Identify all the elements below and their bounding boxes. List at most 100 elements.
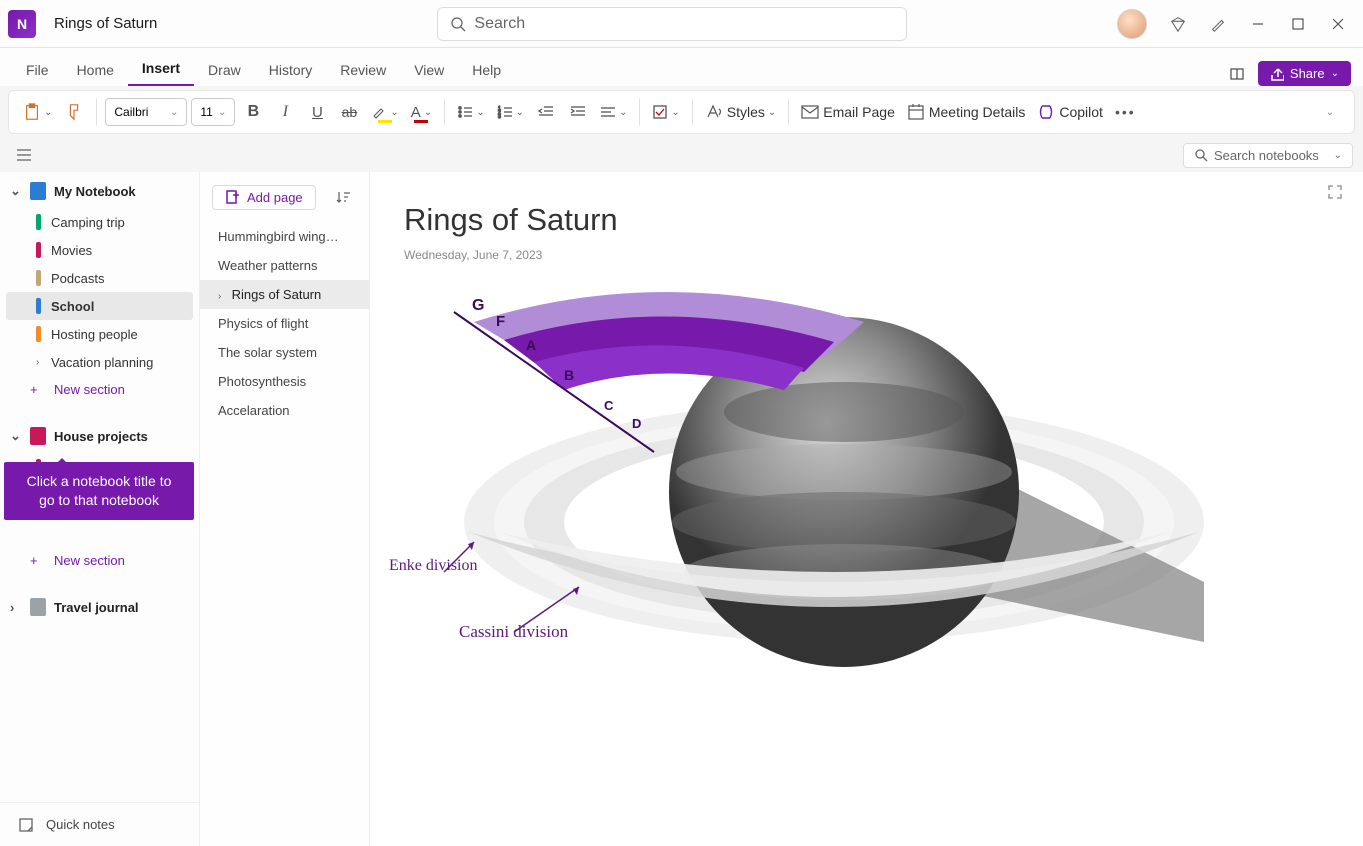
notebook-name: Travel journal <box>54 600 139 615</box>
page-accelaration[interactable]: Accelaration <box>200 396 369 425</box>
page-physics-of-flight[interactable]: Physics of flight <box>200 309 369 338</box>
minimize-button[interactable] <box>1249 15 1267 33</box>
styles-button[interactable]: Styles <box>701 97 781 127</box>
pages-sidebar: Add page Hummingbird wing… Weather patte… <box>200 172 370 846</box>
share-button[interactable]: Share ⌄ <box>1258 61 1351 86</box>
ring-label-b: B <box>564 367 574 383</box>
page-rings-of-saturn[interactable]: › Rings of Saturn <box>200 280 369 309</box>
ring-label-a: A <box>526 337 536 353</box>
format-painter-button[interactable] <box>60 97 88 127</box>
fullscreen-icon[interactable] <box>1327 184 1343 205</box>
page-hummingbird[interactable]: Hummingbird wing… <box>200 222 369 251</box>
nav-toggle-icon[interactable] <box>10 140 38 170</box>
quick-notes-button[interactable]: Quick notes <box>0 802 200 846</box>
user-avatar[interactable] <box>1117 9 1147 39</box>
underline-button[interactable]: U <box>303 97 331 127</box>
notebook-icon <box>30 427 46 445</box>
page-title: Rings of Saturn <box>404 202 1329 238</box>
strikethrough-button[interactable]: ab <box>335 97 363 127</box>
notebook-header-travel-journal[interactable]: › Travel journal <box>0 588 199 624</box>
highlight-button[interactable] <box>367 97 402 127</box>
page-content[interactable]: Rings of Saturn Wednesday, June 7, 2023 <box>370 172 1363 846</box>
tab-review[interactable]: Review <box>326 54 400 86</box>
align-button[interactable] <box>596 97 631 127</box>
section-movies[interactable]: Movies <box>6 236 193 264</box>
chevron-down-icon: ⌄ <box>10 183 22 199</box>
search-notebooks-box[interactable]: Search notebooks ⌄ <box>1183 143 1353 168</box>
tab-help[interactable]: Help <box>458 54 515 86</box>
email-page-button[interactable]: Email Page <box>797 97 899 127</box>
annotation-cassini: Cassini division <box>459 622 568 642</box>
section-vacation-planning[interactable]: ›Vacation planning <box>6 348 193 376</box>
paste-button[interactable] <box>19 97 56 127</box>
section-camping-trip[interactable]: Camping trip <box>6 208 193 236</box>
page-solar-system[interactable]: The solar system <box>200 338 369 367</box>
tab-insert[interactable]: Insert <box>128 52 194 86</box>
page-date: Wednesday, June 7, 2023 <box>404 248 1329 262</box>
font-color-button[interactable]: A <box>407 97 436 127</box>
section-hosting-people[interactable]: Hosting people <box>6 320 193 348</box>
section-school[interactable]: School <box>6 292 193 320</box>
todo-tag-button[interactable] <box>648 97 683 127</box>
notebook-header-my-notebook[interactable]: ⌄ My Notebook <box>0 172 199 208</box>
close-button[interactable] <box>1329 15 1347 33</box>
meeting-details-button[interactable]: Meeting Details <box>903 97 1030 127</box>
ring-label-c: C <box>604 398 614 413</box>
bullets-button[interactable] <box>453 97 488 127</box>
new-section-button[interactable]: +New section <box>0 376 199 403</box>
ribbon-tabs: File Home Insert Draw History Review Vie… <box>0 48 1363 86</box>
secondary-bar: Search notebooks ⌄ <box>0 138 1363 172</box>
section-podcasts[interactable]: Podcasts <box>6 264 193 292</box>
app-icon: N <box>8 10 36 38</box>
ring-label-g: G <box>472 297 484 314</box>
page-photosynthesis[interactable]: Photosynthesis <box>200 367 369 396</box>
italic-button[interactable]: I <box>271 97 299 127</box>
tab-file[interactable]: File <box>12 54 63 86</box>
document-title: Rings of Saturn <box>54 15 157 32</box>
search-box[interactable]: Search <box>437 7 907 41</box>
bold-button[interactable]: B <box>239 97 267 127</box>
sort-pages-icon[interactable] <box>329 182 357 212</box>
add-page-icon <box>225 190 239 204</box>
font-name-select[interactable]: Cailbri⌄ <box>105 98 187 126</box>
reading-view-icon[interactable] <box>1228 65 1246 83</box>
tab-view[interactable]: View <box>400 54 458 86</box>
chevron-right-icon: › <box>218 291 228 302</box>
plus-icon: + <box>30 553 44 568</box>
ring-label-d: D <box>632 416 641 431</box>
share-label: Share <box>1290 66 1325 81</box>
search-placeholder: Search <box>474 15 525 33</box>
pen-icon[interactable] <box>1209 15 1227 33</box>
maximize-button[interactable] <box>1289 15 1307 33</box>
indent-button[interactable] <box>564 97 592 127</box>
search-icon <box>1194 148 1208 162</box>
chevron-right-icon: › <box>10 600 22 615</box>
notebook-icon <box>30 598 46 616</box>
coach-tooltip: Click a notebook title to go to that not… <box>4 462 194 520</box>
note-icon <box>18 817 34 833</box>
chevron-down-icon: ⌄ <box>1331 68 1339 79</box>
notebook-name: House projects <box>54 429 148 444</box>
notebook-header-house-projects[interactable]: ⌄ House projects <box>0 417 199 453</box>
notebook-sidebar: ⌄ My Notebook Camping trip Movies Podcas… <box>0 172 200 846</box>
font-size-select[interactable]: 11⌄ <box>191 98 235 126</box>
outdent-button[interactable] <box>532 97 560 127</box>
page-weather-patterns[interactable]: Weather patterns <box>200 251 369 280</box>
premium-icon[interactable] <box>1169 15 1187 33</box>
more-button[interactable]: ••• <box>1111 97 1140 127</box>
plus-icon: + <box>30 382 44 397</box>
main-area: ⌄ My Notebook Camping trip Movies Podcas… <box>0 172 1363 846</box>
numbering-button[interactable]: 123 <box>493 97 528 127</box>
copilot-button[interactable]: Copilot <box>1033 97 1107 127</box>
tab-history[interactable]: History <box>255 54 327 86</box>
saturn-illustration: G F A B C D Enke division Cassini divisi… <box>404 282 1204 712</box>
formatting-toolbar: Cailbri⌄ 11⌄ B I U ab A 123 Styles Email… <box>8 90 1355 134</box>
new-section-button-2[interactable]: +New section <box>0 547 199 574</box>
ribbon-expand-button[interactable]: ⌄ <box>1316 97 1344 127</box>
ring-label-f: F <box>496 313 505 330</box>
share-icon <box>1270 67 1284 81</box>
tab-draw[interactable]: Draw <box>194 54 255 86</box>
tab-home[interactable]: Home <box>63 54 128 86</box>
add-page-button[interactable]: Add page <box>212 185 316 210</box>
chevron-down-icon: ⌄ <box>10 428 22 444</box>
